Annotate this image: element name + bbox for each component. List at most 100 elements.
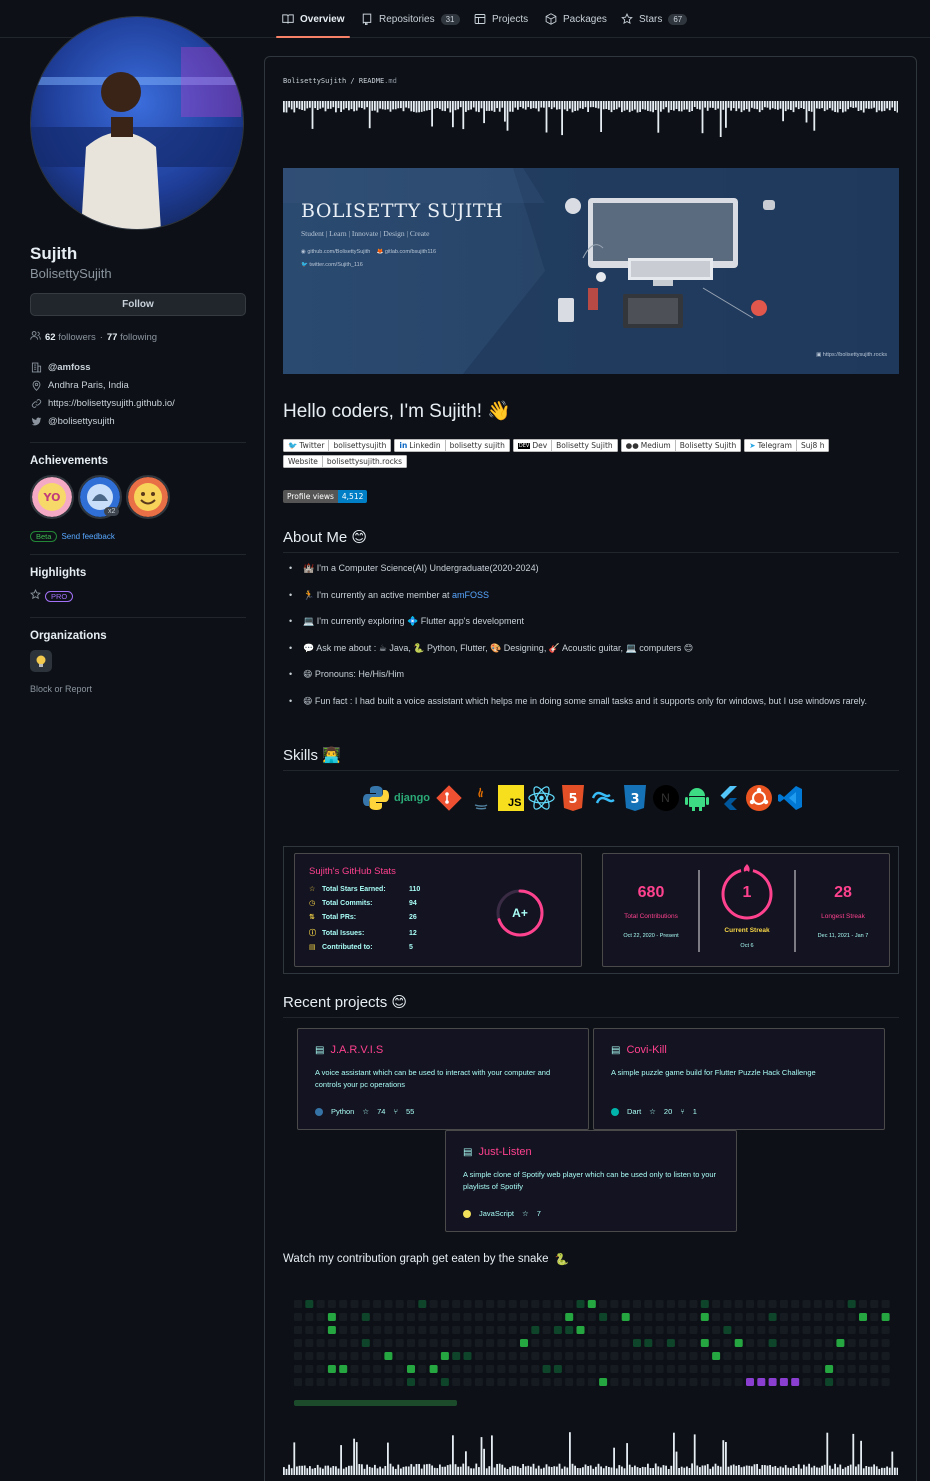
waveform-bar — [753, 101, 756, 109]
waveform-bar — [361, 101, 363, 108]
repo-card-jarvis[interactable]: ▤ J.A.R.V.I.S A voice assistant which can… — [297, 1028, 589, 1130]
status-icon[interactable]: ✷ — [217, 195, 243, 225]
contribution-cell — [418, 1378, 427, 1386]
website-badge[interactable]: Website bolisettysujith.rocks — [283, 455, 408, 468]
waveform-bar — [873, 101, 875, 108]
contribution-cell — [373, 1313, 382, 1321]
contribution-cell — [486, 1365, 495, 1373]
repo-description: A simple clone of Spotify web player whi… — [463, 1170, 717, 1191]
waveform-bar — [493, 1467, 496, 1475]
tab-repositories[interactable]: Repositories 31 — [361, 0, 460, 38]
contribution-cell — [666, 1326, 675, 1334]
waveform-bar — [888, 1467, 891, 1475]
contribution-cell — [361, 1352, 370, 1360]
contribution-cell — [463, 1378, 472, 1386]
contribution-cell — [712, 1378, 721, 1386]
contribution-cell — [644, 1313, 653, 1321]
follow-button[interactable]: Follow — [30, 293, 246, 316]
repo-card-covi-kill[interactable]: ▤ Covi-Kill A simple puzzle game build fo… — [593, 1028, 885, 1130]
tab-packages[interactable]: Packages — [545, 0, 607, 38]
waveform-bar — [345, 101, 348, 109]
twitter-badge[interactable]: 🐦 Twitter bolisettysujith — [283, 439, 392, 452]
tab-projects[interactable]: Projects — [474, 0, 528, 38]
following-link[interactable]: 77 following — [107, 332, 157, 343]
tab-stars[interactable]: Stars 67 — [621, 0, 688, 38]
waveform-bar — [316, 1464, 319, 1475]
readme-user-link[interactable]: BolisettySujith — [283, 77, 346, 85]
amfoss-link[interactable]: amFOSS — [452, 590, 489, 600]
waveform-bar — [678, 101, 680, 112]
profile-sidebar: ✷ Sujith BolisettySujith Follow 62 follo… — [30, 16, 246, 694]
waveform-bar — [699, 101, 701, 110]
waveform-bar — [566, 1467, 569, 1475]
company-link[interactable]: @amfoss — [48, 362, 91, 373]
waveform-bar — [855, 1466, 857, 1475]
waveform-bar — [283, 101, 285, 113]
waveform-bar — [407, 101, 410, 109]
waveform-bar — [285, 1468, 288, 1475]
send-feedback-link[interactable]: Send feedback — [61, 532, 114, 541]
contribution-cell — [859, 1313, 867, 1321]
contribution-cell — [407, 1300, 415, 1308]
contribution-cell — [486, 1326, 495, 1334]
waveform-bar — [696, 101, 699, 109]
waveform-bar — [691, 101, 693, 111]
waveform-bar — [415, 101, 418, 113]
block-report-link[interactable]: Block or Report — [30, 684, 246, 694]
divider — [30, 617, 246, 618]
yolo-badge[interactable]: YO — [30, 475, 74, 519]
contribution-cell — [463, 1365, 472, 1373]
waveform-bar — [376, 101, 379, 113]
django-icon: django — [393, 791, 431, 804]
git-icon — [434, 783, 463, 812]
avatar[interactable]: ✷ — [30, 16, 244, 230]
dev-badge[interactable]: DEV Dev Bolisetty Sujith — [512, 439, 618, 452]
org-amfoss-icon[interactable] — [30, 650, 52, 672]
contribution-cell — [316, 1326, 325, 1334]
contribution-cell — [440, 1339, 449, 1347]
waveform-bar — [478, 101, 480, 113]
tab-overview[interactable]: Overview — [275, 0, 352, 38]
location-icon — [30, 380, 42, 391]
waveform-bar — [485, 1468, 488, 1475]
medium-icon: ●● — [625, 441, 639, 450]
contribution-cell — [825, 1313, 834, 1321]
contribution-cell — [486, 1300, 495, 1308]
waveform-bar — [626, 101, 628, 110]
waveform-bar — [849, 1464, 852, 1475]
repo-card-just-listen[interactable]: ▤ Just-Listen A simple clone of Spotify w… — [445, 1130, 737, 1232]
waveform-bar — [719, 101, 722, 137]
quickdraw-badge[interactable] — [126, 475, 170, 519]
waveform-bar — [418, 1464, 420, 1475]
contribution-cell — [666, 1313, 675, 1321]
telegram-badge[interactable]: ➤ Telegram Suj8 h — [744, 439, 830, 452]
readme-file-link[interactable]: README — [359, 77, 384, 85]
banner-url: ▣ https://bolisettysujith.rocks — [816, 352, 887, 358]
contribution-cell — [361, 1339, 370, 1347]
contribution-cell — [881, 1313, 890, 1321]
nextjs-icon: N — [651, 783, 680, 812]
waveform-bar — [433, 101, 436, 109]
contribution-cell — [395, 1326, 404, 1334]
followers-link[interactable]: 62 followers — [45, 332, 96, 343]
twitter-link[interactable]: @bolisettysujith — [48, 416, 115, 427]
waveform-bar — [602, 101, 605, 110]
linkedin-badge[interactable]: in Linkedin bolisetty sujith — [394, 439, 510, 452]
react-icon — [527, 783, 556, 812]
contribution-cell — [779, 1326, 788, 1334]
contribution-cell — [553, 1352, 562, 1360]
contribution-cell — [395, 1300, 404, 1308]
waveform-bar — [641, 1466, 644, 1475]
medium-badge[interactable]: ●● Medium Bolisetty Sujith — [620, 439, 742, 452]
waveform-bar — [301, 101, 303, 110]
waveform-bar — [340, 1445, 342, 1475]
contribution-cell — [802, 1339, 811, 1347]
waveform-bar — [483, 101, 485, 124]
current-streak: 1 — [742, 884, 752, 901]
waveform-bar — [358, 101, 361, 108]
website-link[interactable]: https://bolisettysujith.github.io/ — [48, 398, 175, 409]
waveform-bar — [813, 101, 816, 131]
contribution-cell — [407, 1352, 415, 1360]
waveform-bar — [618, 101, 621, 108]
waveform-bar — [701, 1465, 704, 1475]
